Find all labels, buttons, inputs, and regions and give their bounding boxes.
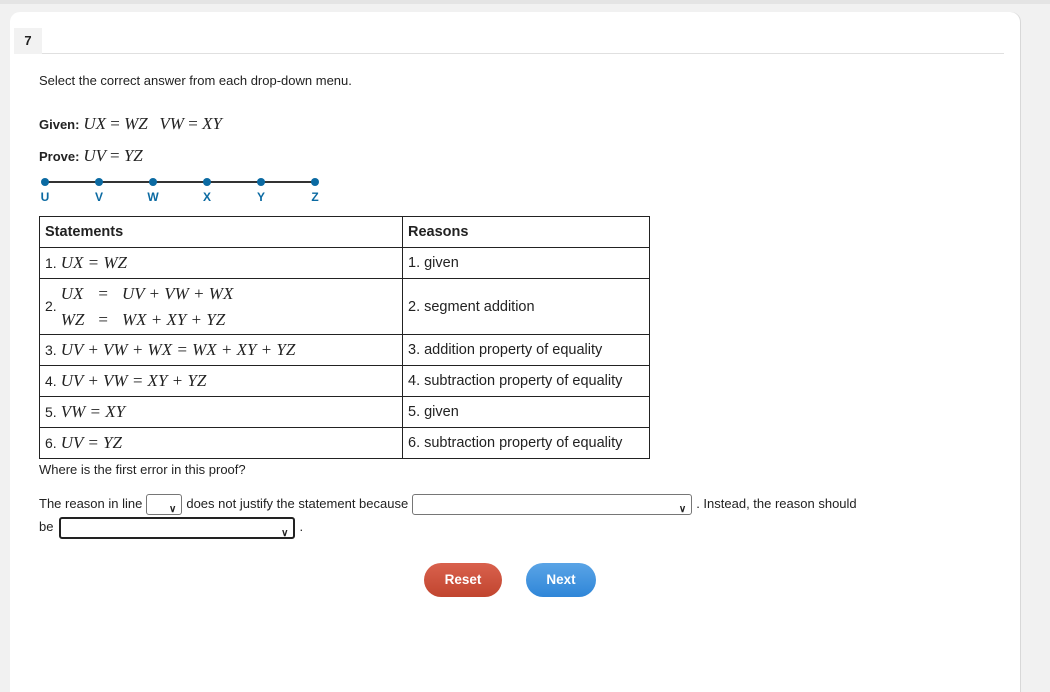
answer-text-2: does not justify the statement because	[186, 496, 409, 511]
reason-cell: 2. segment addition	[402, 278, 650, 335]
reason-cell: 1. given	[402, 247, 650, 279]
table-row: 5. VW = XY 5. given	[39, 396, 650, 428]
table-header-row: Statements Reasons	[39, 216, 650, 248]
answer-text-4: be	[39, 519, 54, 535]
reason-cell: 5. given	[402, 396, 650, 428]
given-line: Given: UX = WZ VW = XY	[39, 114, 222, 134]
segment-point-w	[149, 178, 157, 186]
answer-text-5: .	[299, 519, 304, 535]
segment-point-u	[41, 178, 49, 186]
reason-cell: 3. addition property of equality	[402, 334, 650, 366]
instruction-text: Select the correct answer from each drop…	[39, 73, 352, 88]
chevron-down-icon: ∨	[281, 527, 289, 539]
table-row: 2. UX = UV + VW + WX WZ = WX + XY + YZ 2. se…	[39, 278, 650, 335]
prove-eq: UV = YZ	[83, 146, 143, 165]
table-row: 3. UV + VW + WX = WX + XY + YZ 3. additi…	[39, 334, 650, 366]
question-number: 7	[14, 28, 42, 54]
statements-header: Statements	[39, 216, 403, 248]
top-bar	[0, 0, 1050, 4]
segment-point-y	[257, 178, 265, 186]
next-button[interactable]: Next	[526, 563, 596, 597]
segment-label-x: X	[203, 190, 211, 204]
reset-button[interactable]: Reset	[424, 563, 502, 597]
table-row: 4. UV + VW = XY + YZ 4. subtraction prop…	[39, 365, 650, 397]
because-dropdown[interactable]: ∨	[412, 494, 693, 516]
segment-point-x	[203, 178, 211, 186]
answer-text-3: . Instead, the reason should	[696, 496, 857, 511]
line-segment-diagram: U V W X Y Z	[41, 178, 319, 204]
statement-cell: 6. UV = YZ	[39, 427, 403, 459]
prove-label: Prove:	[39, 149, 80, 164]
segment-label-v: V	[95, 190, 103, 204]
statement-cell: 2. UX = UV + VW + WX WZ = WX + XY + YZ	[39, 278, 403, 335]
answer-sentence: The reason in line ∨ does not justify the …	[39, 492, 939, 539]
reason-cell: 6. subtraction property of equality	[402, 427, 650, 459]
prove-line: Prove: UV = YZ	[39, 146, 143, 166]
segment-label-u: U	[41, 190, 50, 204]
statement-cell: 5. VW = XY	[39, 396, 403, 428]
segment-label-w: W	[147, 190, 159, 204]
segment-point-z	[311, 178, 319, 186]
segment-point-v	[95, 178, 103, 186]
statement-cell: 3. UV + VW + WX = WX + XY + YZ	[39, 334, 403, 366]
reasons-header: Reasons	[402, 216, 650, 248]
given-eq2: VW = XY	[159, 114, 222, 133]
given-label: Given:	[39, 117, 80, 132]
question-text: Where is the first error in this proof?	[39, 462, 246, 477]
statement-cell: 1. UX = WZ	[39, 247, 403, 279]
table-row: 6. UV = YZ 6. subtraction property of eq…	[39, 427, 650, 459]
answer-text-1: The reason in line	[39, 496, 143, 511]
segment-label-z: Z	[311, 190, 318, 204]
given-eq1: UX = WZ	[83, 114, 148, 133]
chevron-down-icon: ∨	[678, 504, 687, 516]
proof-table: Statements Reasons 1. UX = WZ 1. given 2…	[39, 216, 650, 459]
reason-cell: 4. subtraction property of equality	[402, 365, 650, 397]
table-row: 1. UX = WZ 1. given	[39, 247, 650, 279]
line-number-dropdown[interactable]: ∨	[146, 494, 183, 516]
segment-label-y: Y	[257, 190, 265, 204]
statement-cell: 4. UV + VW = XY + YZ	[39, 365, 403, 397]
divider	[42, 53, 1004, 54]
correct-reason-dropdown[interactable]: ∨	[59, 516, 296, 539]
